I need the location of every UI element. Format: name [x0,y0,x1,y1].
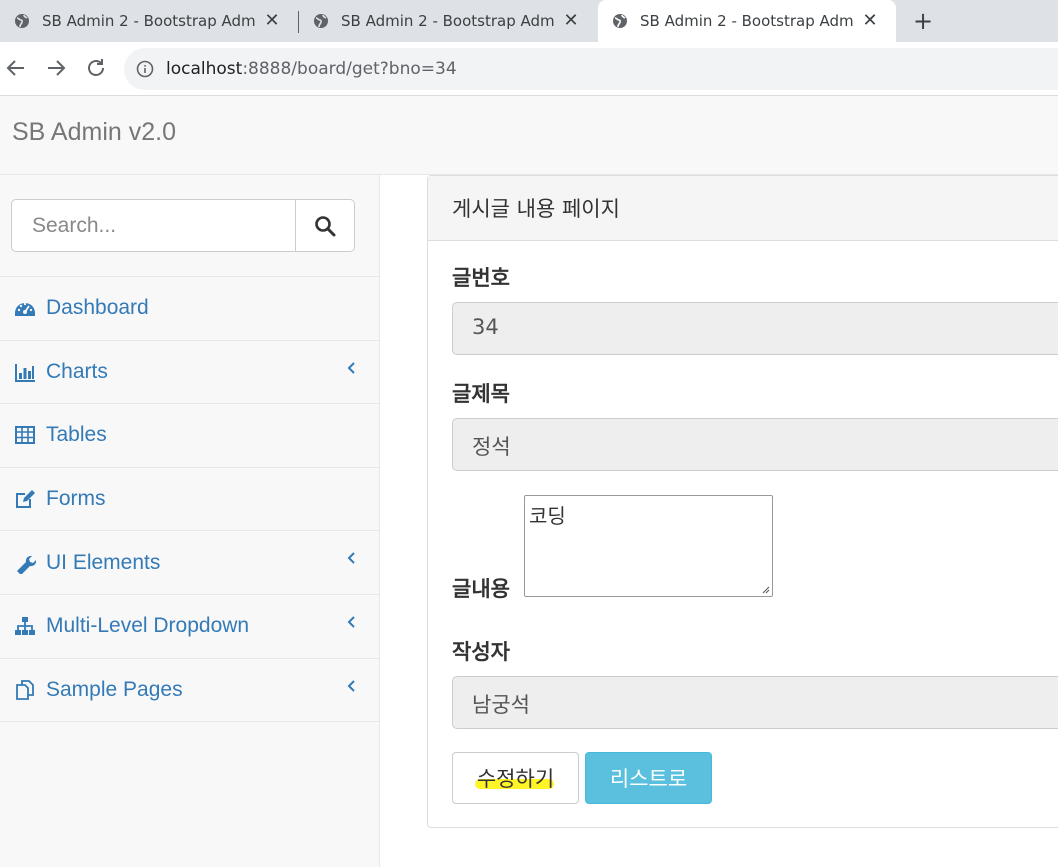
reload-icon[interactable] [84,56,108,80]
writer-label: 작성자 [452,640,510,664]
modify-button[interactable]: 수정하기 [452,752,579,804]
table-icon [15,426,35,445]
bar-chart-icon [15,363,35,382]
content-label: 글내용 [452,577,510,601]
sidebar: Dashboard Charts Tables Forms UI Element… [0,175,380,867]
sidebar-item-label: UI Elements [46,550,161,574]
address-bar[interactable]: localhost:8888/board/get?bno=34 [124,48,1058,90]
forward-arrow-icon[interactable] [44,56,68,80]
search-input[interactable] [11,199,296,252]
close-tab-icon[interactable]: ✕ [264,12,280,30]
chevron-left-icon [347,361,355,374]
globe-icon [314,14,328,28]
bno-label: 글번호 [452,266,510,290]
browser-toolbar: localhost:8888/board/get?bno=34 [0,42,1058,96]
brand-link[interactable]: SB Admin v2.0 [12,118,176,147]
wrench-icon [17,555,36,574]
edit-icon [16,490,35,509]
post-detail-panel: 게시글 내용 페이지 글번호 34 글제목 정석 글내용 코딩 작성자 남궁석 … [427,175,1058,828]
browser-tab-2[interactable]: SB Admin 2 - Bootstrap Admin Theme ✕ [299,0,597,42]
files-icon [16,679,34,700]
back-arrow-icon[interactable] [4,56,28,80]
close-tab-icon[interactable]: ✕ [862,12,878,30]
tab-title: SB Admin 2 - Bootstrap Admin Theme [42,12,256,30]
app-header: SB Admin v2.0 [0,96,1058,175]
chevron-left-icon [347,616,355,628]
sidebar-search [11,199,355,252]
sidebar-item-multi-level-dropdown[interactable]: Multi-Level Dropdown [0,595,379,659]
sidebar-item-label: Dashboard [46,296,149,320]
sitemap-icon [15,617,35,636]
tab-title: SB Admin 2 - Bootstrap Admin Theme [640,12,854,30]
globe-icon [15,14,29,28]
chevron-left-icon [347,552,355,565]
sidebar-item-forms[interactable]: Forms [0,468,379,532]
search-button[interactable] [296,199,355,252]
browser-tab-3-active[interactable]: SB Admin 2 - Bootstrap Admin Theme ✕ [598,0,896,42]
close-tab-icon[interactable]: ✕ [563,12,579,30]
info-icon[interactable] [136,60,154,78]
main-content: 게시글 내용 페이지 글번호 34 글제목 정석 글내용 코딩 작성자 남궁석 … [380,175,1058,867]
search-icon [315,215,336,236]
bno-field[interactable]: 34 [452,302,1058,355]
tab-title: SB Admin 2 - Bootstrap Admin Theme [341,12,555,30]
sidebar-item-label: Forms [46,487,106,511]
content-textarea[interactable]: 코딩 [524,495,773,597]
browser-tab-strip: SB Admin 2 - Bootstrap Admin Theme ✕ SB … [0,0,1058,42]
sidebar-item-dashboard[interactable]: Dashboard [0,277,379,341]
list-button-label: 리스트로 [609,768,688,791]
dashboard-icon [15,303,35,317]
new-tab-button[interactable]: + [910,8,936,34]
sidebar-item-label: Charts [46,359,108,383]
url-text: localhost:8888/board/get?bno=34 [166,59,457,79]
resize-grip-icon[interactable] [760,584,770,594]
url-host: localhost [166,59,243,79]
title-field[interactable]: 정석 [452,418,1058,471]
sidebar-item-sample-pages[interactable]: Sample Pages [0,659,379,723]
sidebar-item-ui-elements[interactable]: UI Elements [0,531,379,595]
sidebar-item-label: Sample Pages [46,677,183,701]
sidebar-item-charts[interactable]: Charts [0,341,379,405]
sidebar-menu: Dashboard Charts Tables Forms UI Element… [0,276,379,723]
modify-button-label: 수정하기 [476,768,555,791]
sidebar-item-label: Multi-Level Dropdown [46,614,250,638]
sidebar-item-label: Tables [46,423,107,447]
sidebar-item-tables[interactable]: Tables [0,404,379,468]
url-path: :8888/board/get?bno=34 [242,59,457,79]
list-button[interactable]: 리스트로 [585,752,712,804]
globe-icon [613,14,627,28]
title-label: 글제목 [452,382,510,406]
panel-heading: 게시글 내용 페이지 [428,176,1058,241]
chevron-left-icon [347,679,355,692]
content-text: 코딩 [529,504,566,528]
writer-field[interactable]: 남궁석 [452,676,1058,729]
browser-tab-1[interactable]: SB Admin 2 - Bootstrap Admin Theme ✕ [0,0,298,42]
